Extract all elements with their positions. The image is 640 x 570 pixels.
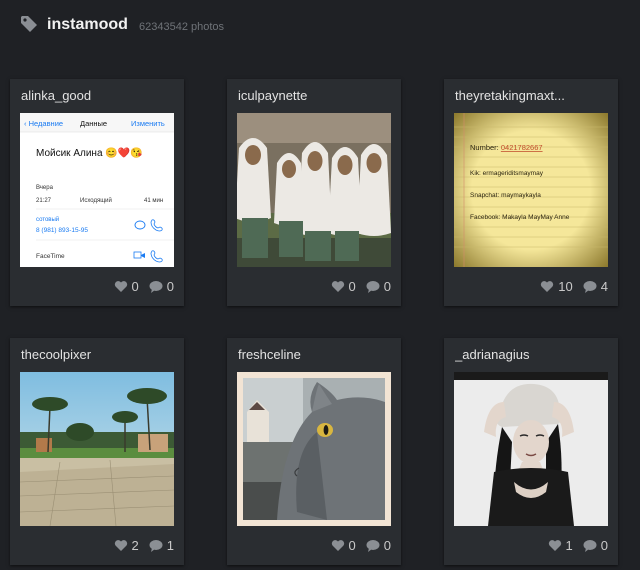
username-link[interactable]: _adrianagius (455, 347, 615, 362)
photo-card[interactable]: freshceline 0 0 (227, 338, 401, 565)
comment-count[interactable]: 0 (366, 279, 391, 294)
comment-count[interactable]: 1 (149, 538, 174, 553)
like-count[interactable]: 10 (540, 279, 573, 294)
like-count[interactable]: 1 (548, 538, 573, 553)
photo-thumbnail[interactable] (237, 372, 391, 526)
heart-icon (114, 281, 127, 292)
svg-text:FaceTime: FaceTime (36, 253, 65, 260)
heart-icon (541, 281, 554, 292)
comment-count[interactable]: 0 (366, 538, 391, 553)
photo-card[interactable]: theyretakingmaxt... Number: 0421782667 K… (444, 79, 618, 306)
portrait-photo-image (454, 372, 608, 526)
svg-text:Number: 0421782667: Number: 0421782667 (470, 143, 543, 152)
page-header: instamood 62343542 photos (0, 0, 640, 56)
comment-count[interactable]: 0 (149, 279, 174, 294)
svg-text:Данные: Данные (80, 119, 107, 128)
like-count[interactable]: 0 (331, 279, 356, 294)
photo-thumbnail[interactable] (20, 372, 174, 526)
heart-icon (331, 281, 344, 292)
svg-text:8 (981) 893-15-95: 8 (981) 893-15-95 (36, 227, 88, 234)
svg-text:‹ Недавние: ‹ Недавние (24, 119, 63, 128)
photo-count: 62343542 photos (139, 21, 225, 33)
svg-text:Изменить: Изменить (131, 119, 165, 128)
svg-text:Исходящий: Исходящий (80, 197, 112, 204)
username-link[interactable]: iculpaynette (238, 88, 398, 103)
username-link[interactable]: freshceline (238, 347, 398, 362)
comment-count[interactable]: 0 (583, 538, 608, 553)
comment-bubble-icon (583, 281, 597, 293)
comment-count[interactable]: 4 (583, 279, 608, 294)
card-stats: 0 0 (104, 279, 174, 294)
photo-card[interactable]: iculpaynette 0 0 (227, 79, 401, 306)
photo-card[interactable]: thecoolpixer 2 1 (10, 338, 184, 565)
heart-icon (331, 540, 344, 551)
photo-card[interactable]: _adrianagius 1 0 (444, 338, 618, 565)
photo-card[interactable]: alinka_good ‹ Недавние Данные Изменить М… (10, 79, 184, 306)
comment-bubble-icon (583, 540, 597, 552)
svg-text:Вчера: Вчера (36, 185, 54, 191)
like-count[interactable]: 0 (331, 538, 356, 553)
comment-bubble-icon (149, 281, 163, 293)
heart-icon (548, 540, 561, 551)
tag-name[interactable]: instamood (47, 16, 128, 34)
username-link[interactable]: thecoolpixer (21, 347, 181, 362)
card-stats: 2 1 (104, 538, 174, 553)
svg-text:Kik: ermageriditsmaymay: Kik: ermageriditsmaymay (470, 170, 544, 177)
svg-text:Мойсик Алина 😊❤️😘: Мойсик Алина 😊❤️😘 (36, 147, 143, 159)
tag-icon (21, 16, 37, 32)
contact-screenshot-image: ‹ Недавние Данные Изменить Мойсик Алина … (20, 113, 174, 267)
card-stats: 10 4 (530, 279, 608, 294)
username-link[interactable]: alinka_good (21, 88, 181, 103)
like-count[interactable]: 0 (114, 279, 139, 294)
photo-thumbnail[interactable] (237, 113, 391, 267)
photo-thumbnail[interactable]: Number: 0421782667 Kik: ermageriditsmaym… (454, 113, 608, 267)
username-link[interactable]: theyretakingmaxt... (455, 88, 615, 103)
photo-thumbnail[interactable]: ‹ Недавние Данные Изменить Мойсик Алина … (20, 113, 174, 267)
svg-text:21:27: 21:27 (36, 198, 52, 204)
comment-bubble-icon (366, 281, 380, 293)
card-stats: 0 0 (321, 538, 391, 553)
comment-bubble-icon (149, 540, 163, 552)
sticky-note-image: Number: 0421782667 Kik: ermageriditsmaym… (454, 113, 608, 267)
cat-photo-image (237, 372, 391, 526)
palm-park-image (20, 372, 174, 526)
heart-icon (114, 540, 127, 551)
card-stats: 1 0 (538, 538, 608, 553)
card-stats: 0 0 (321, 279, 391, 294)
like-count[interactable]: 2 (114, 538, 139, 553)
group-photo-image (237, 113, 391, 267)
svg-text:41 мин: 41 мин (144, 198, 163, 204)
comment-bubble-icon (366, 540, 380, 552)
svg-text:сотовый: сотовый (36, 216, 59, 223)
svg-text:Snapchat: maymaykayla: Snapchat: maymaykayla (470, 192, 541, 199)
photo-thumbnail[interactable] (454, 372, 608, 526)
svg-text:Facebook: Makayla MayMay Anne: Facebook: Makayla MayMay Anne (470, 214, 570, 221)
